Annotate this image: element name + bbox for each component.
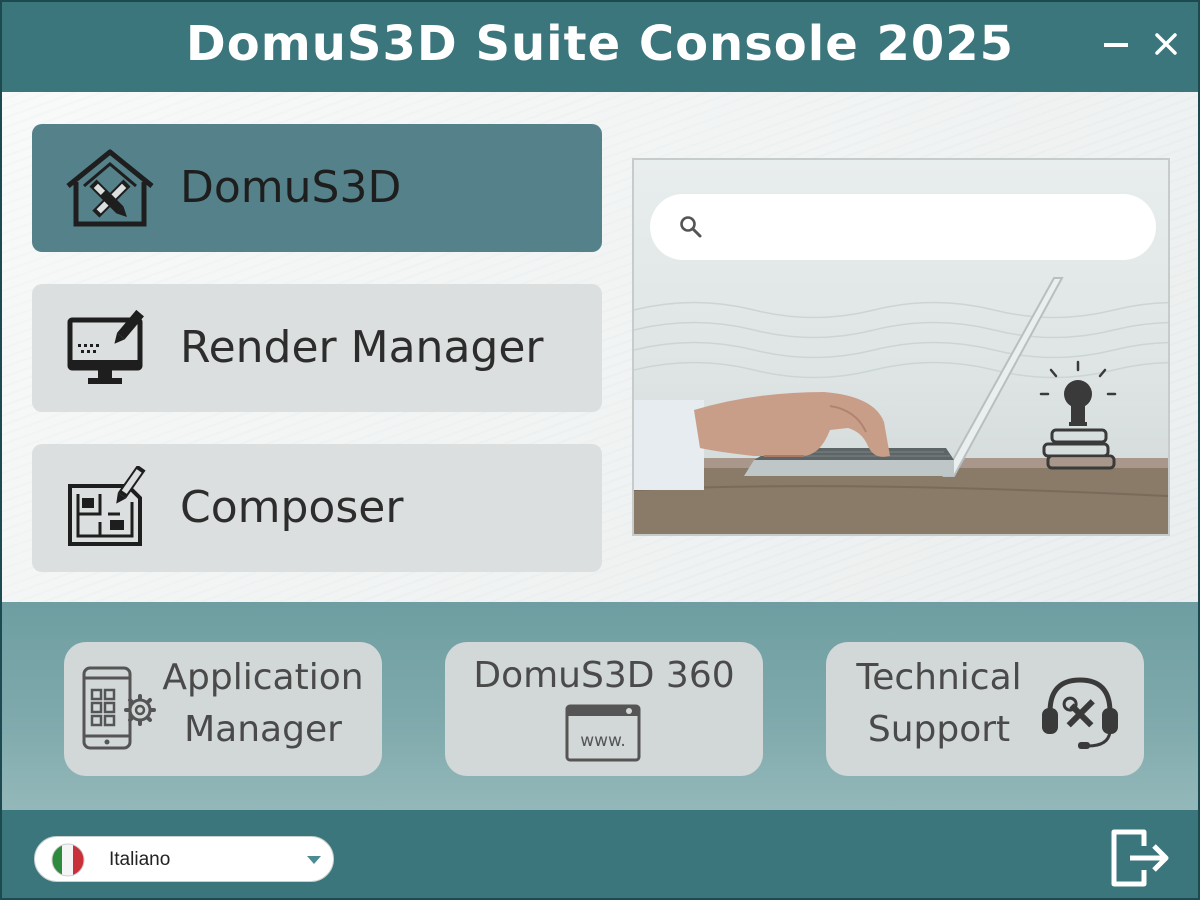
exit-button[interactable] [1108,826,1172,890]
application-manager-button[interactable]: Application Manager [64,642,382,776]
nav-button-render-manager[interactable]: Render Manager [32,284,602,412]
headset-tools-icon [1042,677,1118,749]
tile-label: DomuS3D 360 [445,650,763,702]
language-selector[interactable]: Italiano [34,836,334,882]
exit-icon [1111,829,1169,887]
tile-label-line1: Application [162,657,364,698]
search-input[interactable] [720,206,1140,248]
search-icon [680,216,702,238]
minimize-icon [1104,43,1128,47]
tile-label-line2: Support [867,709,1011,750]
hero-image-panel [632,158,1170,536]
close-icon [1155,33,1177,55]
nav-label: Render Manager [180,322,544,373]
tile-label-line2: Manager [184,709,342,750]
italy-flag-icon [51,843,85,877]
footer-bar: Italiano [2,810,1198,898]
tile-label: Technical Support [836,652,1042,756]
nav-label: DomuS3D [180,162,402,213]
phone-gear-icon [82,666,156,750]
nav-button-domus3d[interactable]: DomuS3D [32,124,602,252]
tile-label-line1: DomuS3D 360 [473,655,735,696]
www-text: www. [580,731,626,751]
monitor-pen-icon [67,309,144,384]
minimize-button[interactable] [1098,24,1134,64]
nav-button-composer[interactable]: Composer [32,444,602,572]
floorplan-pen-icon [68,466,146,546]
technical-support-button[interactable]: Technical Support [826,642,1144,776]
domus3d-360-button[interactable]: DomuS3D 360 www. [445,642,763,776]
language-label: Italiano [109,849,171,870]
app-window: DomuS3D Suite Console 2025 DomuS3D Rende… [0,0,1200,900]
close-button[interactable] [1148,24,1184,64]
search-bar[interactable] [650,194,1156,260]
browser-www-icon: www. [565,704,641,762]
window-title: DomuS3D Suite Console 2025 [185,16,1015,72]
tools-bar: Application Manager DomuS3D 360 www. Tec… [2,602,1198,810]
chevron-down-icon [307,856,321,864]
tile-label-line1: Technical [856,657,1022,698]
house-tools-icon [66,149,154,227]
title-bar: DomuS3D Suite Console 2025 [2,2,1198,92]
main-panel: DomuS3D Render Manager Composer [2,92,1198,602]
tile-label: Application Manager [156,652,370,756]
nav-label: Composer [180,482,404,533]
